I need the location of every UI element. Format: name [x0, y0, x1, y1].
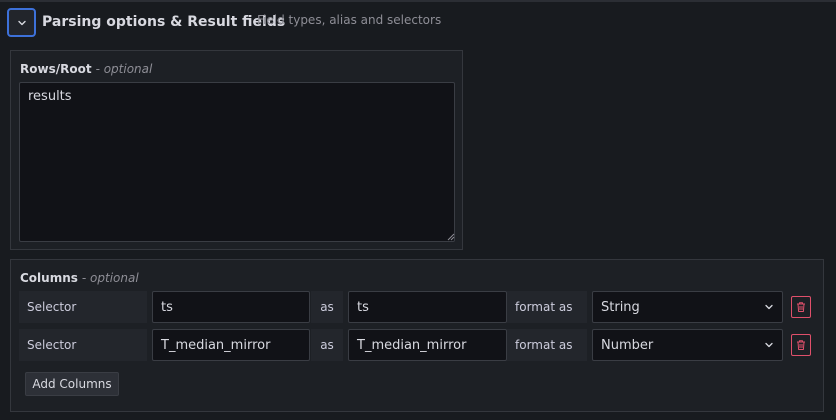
columns-panel: Columns - optional Selector ts as ts form… — [10, 259, 824, 412]
rows-root-textarea[interactable]: results — [19, 82, 455, 242]
columns-label: Columns - optional — [20, 270, 139, 286]
format-select[interactable]: Number — [592, 329, 783, 361]
as-label: as — [311, 329, 343, 361]
delete-column-button[interactable] — [791, 296, 811, 318]
selector-input[interactable]: ts — [152, 291, 310, 323]
columns-label-text: Columns — [20, 271, 78, 285]
top-divider — [0, 0, 836, 2]
optional-hint: - optional — [81, 271, 139, 285]
format-select[interactable]: String — [592, 291, 783, 323]
chevron-down-icon — [765, 304, 773, 310]
section-title: Parsing options & Result fields — [42, 14, 286, 30]
optional-hint: - optional — [95, 62, 153, 76]
add-columns-button[interactable]: Add Columns — [25, 372, 119, 396]
selector-label: Selector — [19, 291, 147, 323]
rows-root-label-text: Rows/Root — [20, 62, 92, 76]
alias-input[interactable]: ts — [348, 291, 507, 323]
rows-root-panel: Rows/Root - optional results — [10, 50, 463, 250]
column-row: Selector ts as ts format as String — [19, 291, 814, 323]
chevron-down-icon — [765, 342, 773, 348]
section-description: Field types, alias and selectors — [257, 13, 442, 27]
format-as-label: format as — [507, 291, 587, 323]
resize-grip-icon[interactable] — [447, 233, 455, 241]
format-as-label: format as — [507, 329, 587, 361]
rows-root-label: Rows/Root - optional — [20, 61, 152, 77]
as-label: as — [311, 291, 343, 323]
trash-icon — [797, 340, 805, 350]
trash-icon — [797, 302, 805, 312]
format-select-value: String — [601, 299, 640, 315]
delete-column-button[interactable] — [791, 334, 811, 356]
format-select-value: Number — [601, 337, 654, 353]
alias-input[interactable]: T_median_mirror — [348, 329, 507, 361]
collapse-section-button[interactable] — [7, 8, 36, 37]
chevron-down-icon — [17, 20, 26, 25]
selector-label: Selector — [19, 329, 147, 361]
selector-input[interactable]: T_median_mirror — [152, 329, 310, 361]
column-row: Selector T_median_mirror as T_median_mir… — [19, 329, 814, 361]
